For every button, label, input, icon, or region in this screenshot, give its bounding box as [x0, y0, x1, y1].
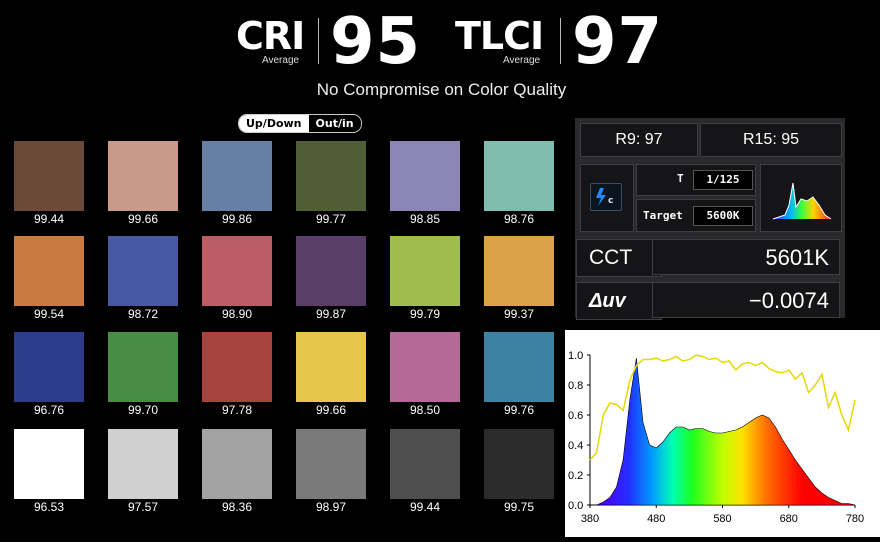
swatch-value: 98.97: [315, 500, 347, 514]
color-swatch: [202, 141, 272, 211]
color-swatch: [108, 141, 178, 211]
color-swatch: [108, 332, 178, 402]
color-swatch: [14, 429, 84, 499]
cct-value: 5601K: [652, 239, 840, 275]
r9-readout: R9: 97: [580, 123, 698, 157]
y-tick-label: 0.2: [568, 470, 583, 482]
cri-divider: [318, 18, 319, 64]
r15-readout: R15: 95: [700, 123, 842, 157]
swatch-value: 98.90: [221, 307, 253, 321]
tlci-divider: [560, 18, 561, 64]
swatch-value: 99.87: [315, 307, 347, 321]
swatch-value: 98.85: [409, 212, 441, 226]
toggle-up-down[interactable]: Up/Down: [239, 115, 309, 132]
y-tick-label: 0.8: [568, 380, 583, 392]
swatch-value: 99.75: [503, 500, 535, 514]
color-swatch: [484, 141, 554, 211]
swatch-value: 97.57: [127, 500, 159, 514]
color-swatch: [202, 429, 272, 499]
swatch-value: 99.66: [127, 212, 159, 226]
cri-value: 95: [330, 5, 422, 79]
swatch-value: 98.50: [409, 403, 441, 417]
shutter-row: T 1/125: [636, 164, 756, 196]
shutter-label: T: [677, 172, 684, 185]
swatch-value: 99.79: [409, 307, 441, 321]
swatch-value: 98.76: [503, 212, 535, 226]
y-tick-label: 1.0: [568, 350, 583, 362]
swatch-value: 98.72: [127, 307, 159, 321]
swatch-value: 99.76: [503, 403, 535, 417]
color-swatch: [390, 429, 460, 499]
swatch-value: 99.77: [315, 212, 347, 226]
shutter-value[interactable]: 1/125: [693, 170, 753, 190]
swatch-value: 99.44: [33, 212, 65, 226]
swatch-value: 97.78: [221, 403, 253, 417]
tlci-label: TLCI: [455, 14, 544, 58]
color-swatch: [484, 429, 554, 499]
target-row: Target 5600K: [636, 199, 756, 232]
target-label: Target: [643, 209, 683, 222]
color-swatch: [296, 332, 366, 402]
swatch-value: 96.76: [33, 403, 65, 417]
color-swatch: [296, 141, 366, 211]
target-value[interactable]: 5600K: [693, 206, 753, 226]
color-swatch: [390, 332, 460, 402]
swatch-value: 99.37: [503, 307, 535, 321]
spectrum-thumbnail[interactable]: [760, 164, 842, 232]
x-tick-label: 380: [581, 513, 599, 525]
spectrum-chart-panel: 0.0 0.2 0.4 0.6 0.8 1.0 380 480 580 680 780: [565, 330, 880, 537]
x-tick-label: 780: [846, 513, 864, 525]
swatch-value: 99.66: [315, 403, 347, 417]
color-swatch: [14, 332, 84, 402]
color-swatch: [484, 332, 554, 402]
color-swatch: [390, 141, 460, 211]
y-tick-label: 0.4: [568, 440, 583, 452]
view-toggle[interactable]: Up/Down Out/in: [238, 114, 362, 133]
cct-label: CCT: [576, 239, 662, 277]
x-tick-label: 480: [647, 513, 665, 525]
swatch-value: 99.54: [33, 307, 65, 321]
toggle-out-in[interactable]: Out/in: [308, 115, 361, 132]
color-swatch: [296, 236, 366, 306]
color-swatch: [484, 236, 554, 306]
color-swatch: [202, 236, 272, 306]
color-swatch: [390, 236, 460, 306]
swatch-value: 98.36: [221, 500, 253, 514]
duv-label: Δuv: [576, 282, 662, 320]
color-swatch: [108, 429, 178, 499]
flash-c-icon: c: [590, 183, 622, 211]
swatch-value: 99.86: [221, 212, 253, 226]
x-tick-label: 680: [780, 513, 798, 525]
color-swatch: [296, 429, 366, 499]
spectrum-thumbnail-icon: [772, 182, 832, 220]
tlci-value: 97: [572, 5, 664, 79]
tagline: No Compromise on Color Quality: [316, 80, 567, 99]
svg-text:c: c: [608, 196, 613, 206]
color-swatch: [14, 236, 84, 306]
y-tick-label: 0.6: [568, 410, 583, 422]
color-swatch: [202, 332, 272, 402]
tlci-sub-label: Average: [503, 55, 541, 66]
mode-button[interactable]: c: [580, 164, 634, 232]
color-swatch: [14, 141, 84, 211]
cri-label: CRI: [236, 14, 305, 58]
spectrum-chart: 0.0 0.2 0.4 0.6 0.8 1.0 380 480 580 680 780: [568, 350, 864, 525]
color-swatch: [108, 236, 178, 306]
swatch-value: 99.44: [409, 500, 441, 514]
swatch-value: 99.70: [127, 403, 159, 417]
swatch-value: 96.53: [33, 500, 65, 514]
x-tick-label: 580: [713, 513, 731, 525]
duv-value: −0.0074: [652, 282, 840, 318]
y-tick-label: 0.0: [568, 500, 583, 512]
cri-sub-label: Average: [262, 55, 300, 66]
